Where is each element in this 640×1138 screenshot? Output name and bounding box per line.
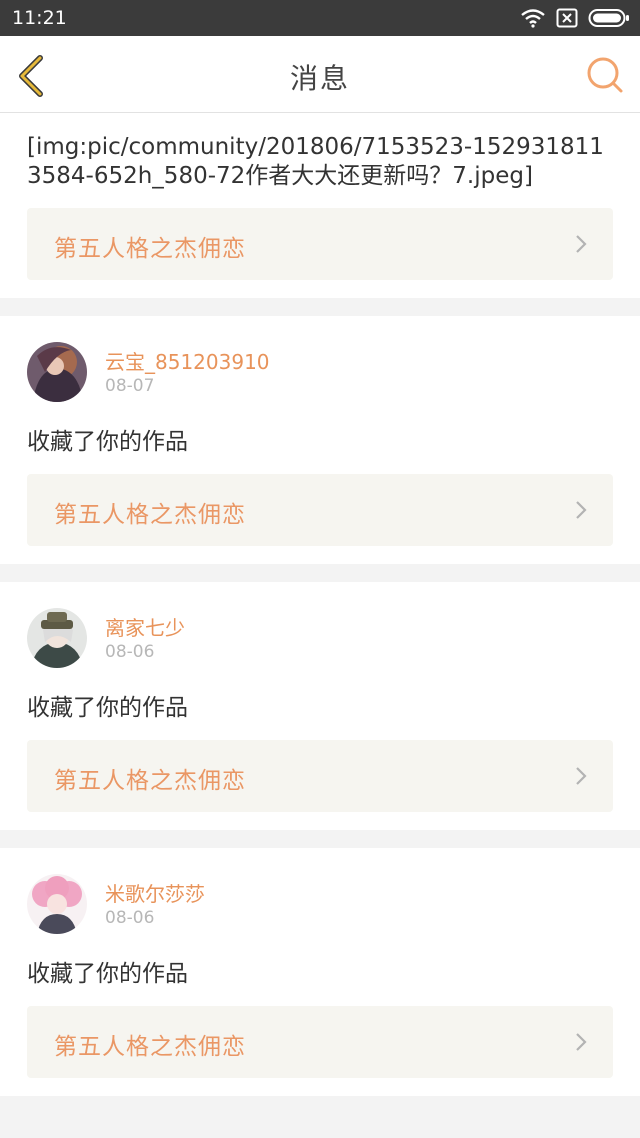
search-icon[interactable] xyxy=(584,54,626,96)
work-link[interactable]: 第五人格之杰佣恋 xyxy=(27,208,613,280)
user-row: 云宝_851203910 08-07 xyxy=(27,340,613,402)
work-link[interactable]: 第五人格之杰佣恋 xyxy=(27,740,613,812)
message-date: 08-06 xyxy=(105,642,155,662)
message-card: 离家七少 08-06 收藏了你的作品 第五人格之杰佣恋 xyxy=(0,582,640,830)
username[interactable]: 米歌尔莎莎 xyxy=(105,878,205,907)
status-icons xyxy=(520,6,630,30)
wifi-icon xyxy=(521,9,545,28)
nav-bar: 消息 xyxy=(0,36,640,113)
message-date: 08-07 xyxy=(105,376,155,396)
chevron-right-icon xyxy=(576,1033,587,1051)
message-card: [img:pic/community/201806/7153523-152931… xyxy=(0,113,640,298)
message-text: 收藏了你的作品 xyxy=(27,695,188,721)
username[interactable]: 云宝_851203910 xyxy=(105,346,270,375)
work-link[interactable]: 第五人格之杰佣恋 xyxy=(27,474,613,546)
chevron-right-icon xyxy=(576,501,587,519)
message-text: [img:pic/community/201806/7153523-152931… xyxy=(27,134,604,189)
battery-icon xyxy=(588,9,629,27)
avatar[interactable] xyxy=(27,342,87,402)
message-card: 云宝_851203910 08-07 收藏了你的作品 第五人格之杰佣恋 xyxy=(0,316,640,564)
page-title: 消息 xyxy=(289,62,350,95)
message-date: 08-06 xyxy=(105,908,155,928)
message-list: [img:pic/community/201806/7153523-152931… xyxy=(0,113,640,1114)
message-text: 收藏了你的作品 xyxy=(27,429,188,455)
chevron-right-icon xyxy=(576,235,587,253)
message-card: 米歌尔莎莎 08-06 收藏了你的作品 第五人格之杰佣恋 xyxy=(0,848,640,1096)
user-row: 离家七少 08-06 xyxy=(27,606,613,668)
status-time: 11:21 xyxy=(12,7,67,29)
username[interactable]: 离家七少 xyxy=(105,612,185,641)
avatar[interactable] xyxy=(27,608,87,668)
status-bar: 11:21 xyxy=(0,0,640,36)
work-link[interactable]: 第五人格之杰佣恋 xyxy=(27,1006,613,1078)
work-title: 第五人格之杰佣恋 xyxy=(54,1034,246,1060)
work-title: 第五人格之杰佣恋 xyxy=(54,236,246,262)
chevron-right-icon xyxy=(576,767,587,785)
user-row: 米歌尔莎莎 08-06 xyxy=(27,872,613,934)
work-title: 第五人格之杰佣恋 xyxy=(54,768,246,794)
work-title: 第五人格之杰佣恋 xyxy=(54,502,246,528)
sim-card-icon xyxy=(556,8,578,28)
message-text: 收藏了你的作品 xyxy=(27,961,188,987)
avatar[interactable] xyxy=(27,874,87,934)
